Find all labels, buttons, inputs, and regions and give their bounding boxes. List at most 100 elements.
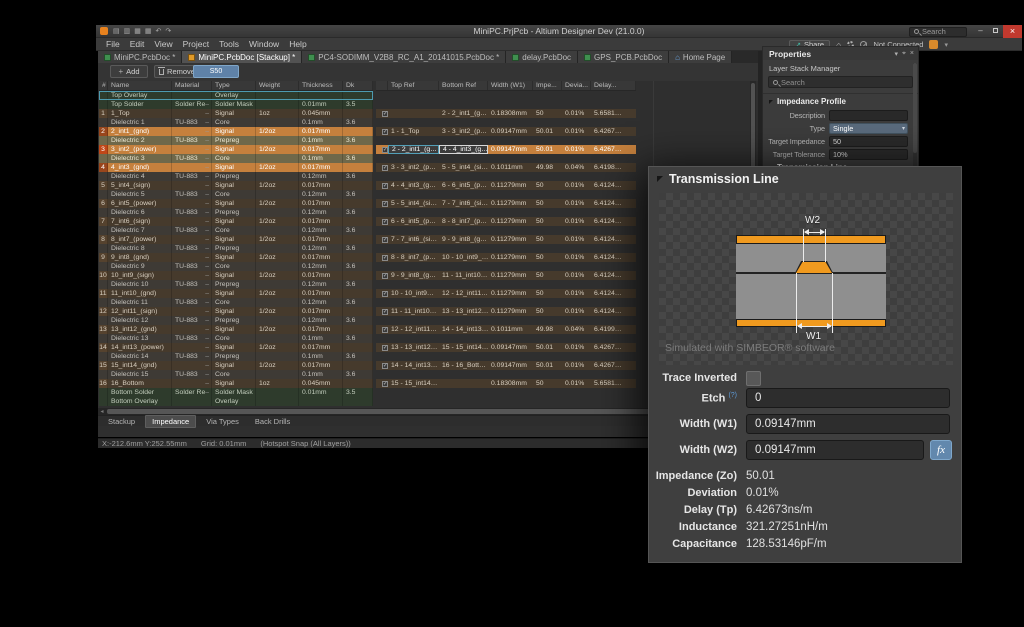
stackup-row[interactable]: 1515_int14_(gnd)–Signal1/2oz0.017mm [99,361,373,370]
material-picker-icon[interactable]: – [205,190,211,199]
view-tab-back-drills[interactable]: Back Drills [249,416,296,427]
column-header[interactable]: Thickness [299,81,343,90]
stackup-row[interactable]: Dielectric 3TU-883–Core0.1mm3.6 [99,154,373,163]
stackup-row[interactable]: Dielectric 7TU-883–Core0.12mm3.6 [99,226,373,235]
impedance-row[interactable]: ✓5 - 5_int4_(si…7 - 7_int6_(si…0.11279mm… [376,199,636,208]
view-tab-impedance[interactable]: Impedance [145,415,196,428]
impedance-row[interactable]: ✓4 - 4_int3_(g…6 - 6_int5_(p…0.11279mm50… [376,181,636,190]
stackup-row[interactable]: 1010_int9_(sign)–Signal1/2oz0.017mm [99,271,373,280]
open-icon[interactable]: ▦ [134,25,141,38]
material-picker-icon[interactable]: – [205,244,211,253]
maximize-button[interactable] [988,25,1003,38]
material-picker-icon[interactable]: – [205,136,211,145]
copy-icon[interactable]: ▥ [124,25,131,38]
material-picker-icon[interactable]: – [205,316,211,325]
document-tab[interactable]: delay.PcbDoc [506,51,578,63]
material-picker-icon[interactable]: – [205,289,211,298]
material-picker-icon[interactable]: – [205,199,211,208]
stackup-row[interactable]: Dielectric 2TU-883–Prepreg0.1mm3.6 [99,136,373,145]
column-header[interactable]: Dk [343,81,373,90]
target-impedance-field[interactable]: 50 [829,136,908,147]
trace-inverted-checkbox[interactable] [746,371,761,386]
type-dropdown[interactable]: Single▾ [829,123,908,134]
material-picker-icon[interactable]: – [205,379,211,388]
stackup-row[interactable]: 99_int8_(gnd)–Signal1/2oz0.017mm [99,253,373,262]
width-w1-field[interactable]: 0.09147mm [746,414,950,434]
column-header[interactable]: Weight [256,81,299,90]
stackup-row[interactable]: 44_int3_(gnd)–Signal1/2oz0.017mm [99,163,373,172]
redo-icon[interactable]: ↷ [165,25,171,38]
material-picker-icon[interactable]: – [205,208,211,217]
impedance-row[interactable]: ✓13 - 13_int12…15 - 15_int14…0.09147mm50… [376,343,636,352]
material-picker-icon[interactable]: – [205,343,211,352]
impedance-row[interactable]: ✓12 - 12_int11…14 - 14_int13…0.1011mm49.… [376,325,636,334]
stackup-row[interactable]: Dielectric 12TU-883–Prepreg0.12mm3.6 [99,316,373,325]
scrollbar-thumb[interactable] [913,63,917,153]
material-picker-icon[interactable]: – [205,109,211,118]
description-field[interactable] [829,110,908,121]
fx-equation-button[interactable]: fx [930,440,952,460]
avatar[interactable] [929,40,938,49]
impedance-row[interactable]: ✓8 - 8_int7_(p…10 - 10_int9_…0.11279mm50… [376,253,636,262]
stackup-row[interactable]: Dielectric 8TU-883–Prepreg0.12mm3.6 [99,244,373,253]
menu-item-file[interactable]: File [106,39,120,49]
stackup-row[interactable]: 1111_int10_(gnd)–Signal1/2oz0.017mm [99,289,373,298]
menu-item-help[interactable]: Help [289,39,306,49]
stackup-row[interactable]: 1212_int11_(sign)–Signal1/2oz0.017mm [99,307,373,316]
impedance-row[interactable]: ✓11 - 11_int10…13 - 13_int12…0.11279mm50… [376,307,636,316]
menu-item-project[interactable]: Project [183,39,209,49]
stackup-row[interactable]: 11_Top–Signal1oz0.045mm [99,109,373,118]
help-icon[interactable]: (?) [728,392,737,399]
stackup-row[interactable]: 1313_int12_(gnd)–Signal1/2oz0.017mm [99,325,373,334]
material-picker-icon[interactable]: – [205,352,211,361]
material-picker-icon[interactable]: – [205,298,211,307]
menu-item-edit[interactable]: Edit [130,39,145,49]
panel-menu-icon[interactable]: ▾ [894,50,898,58]
impedance-row[interactable]: ✓2 - 2_int1_(g…0.18308mm500.01%5.6581… [376,109,636,118]
stackup-row[interactable]: Dielectric 6TU-883–Prepreg0.12mm3.6 [99,208,373,217]
stackup-row[interactable]: Dielectric 4TU-883–Prepreg0.12mm3.6 [99,172,373,181]
view-tab-via-types[interactable]: Via Types [200,416,245,427]
material-picker-icon[interactable]: – [205,280,211,289]
stackup-row[interactable]: 33_int2_(power)–Signal1/2oz0.017mm [99,145,373,154]
etch-field[interactable]: 0 [746,388,950,408]
material-picker-icon[interactable]: – [205,145,211,154]
stackup-row[interactable]: Dielectric 9TU-883–Core0.12mm3.6 [99,262,373,271]
document-tab[interactable]: MiniPC.PcbDoc * [98,51,182,63]
impedance-row[interactable]: ✓10 - 10_int9…12 - 12_int11…0.11279mm500… [376,289,636,298]
impedance-profile-button[interactable]: S50 [193,65,239,78]
stackup-row[interactable]: 1616_Bottom–Signal1oz0.045mm [99,379,373,388]
material-picker-icon[interactable]: – [205,370,211,379]
impedance-row[interactable]: ✓14 - 14_int13…16 - 16_Bott…0.09147mm50.… [376,361,636,370]
stackup-row[interactable]: Top OverlayOverlay [99,91,373,100]
scrollbar-thumb[interactable] [107,409,677,414]
material-picker-icon[interactable]: – [205,334,211,343]
material-picker-icon[interactable]: – [205,235,211,244]
material-picker-icon[interactable]: – [205,100,211,109]
column-header[interactable]: Material [172,81,212,90]
stackup-row[interactable]: 77_int6_(sign)–Signal1/2oz0.017mm [99,217,373,226]
menu-item-window[interactable]: Window [249,39,279,49]
menu-item-tools[interactable]: Tools [219,39,239,49]
pin-icon[interactable]: ⌖ [902,50,906,58]
material-picker-icon[interactable]: – [205,271,211,280]
material-picker-icon[interactable]: – [205,172,211,181]
material-picker-icon[interactable]: – [205,307,211,316]
material-picker-icon[interactable]: – [205,253,211,262]
material-picker-icon[interactable]: – [205,181,211,190]
stackup-row[interactable]: Bottom SolderSolder Resist–Solder Mask0.… [99,388,373,397]
material-picker-icon[interactable]: – [205,163,211,172]
stackup-row[interactable]: Dielectric 15TU-883–Core0.1mm3.6 [99,370,373,379]
width-w2-field[interactable]: 0.09147mm [746,440,924,460]
impedance-row[interactable]: ✓1 - 1_Top3 - 3_int2_(p…0.09147mm50.010.… [376,127,636,136]
stackup-row[interactable]: 1414_int13_(power)–Signal1/2oz0.017mm [99,343,373,352]
impedance-row[interactable]: ✓9 - 9_int8_(g…11 - 11_int10…0.11279mm50… [376,271,636,280]
material-picker-icon[interactable]: – [205,154,211,163]
stackup-row[interactable]: Dielectric 1TU-883–Core0.1mm3.6 [99,118,373,127]
popup-header[interactable]: Transmission Line [657,172,779,186]
global-search-box[interactable]: Search [909,27,967,37]
close-icon[interactable]: × [910,50,914,57]
stackup-row[interactable]: 55_int4_(sign)–Signal1/2oz0.017mm [99,181,373,190]
impedance-row[interactable]: ✓6 - 6_int5_(p…8 - 8_int7_(p…0.11279mm50… [376,217,636,226]
stackup-row[interactable]: 66_int5_(power)–Signal1/2oz0.017mm [99,199,373,208]
